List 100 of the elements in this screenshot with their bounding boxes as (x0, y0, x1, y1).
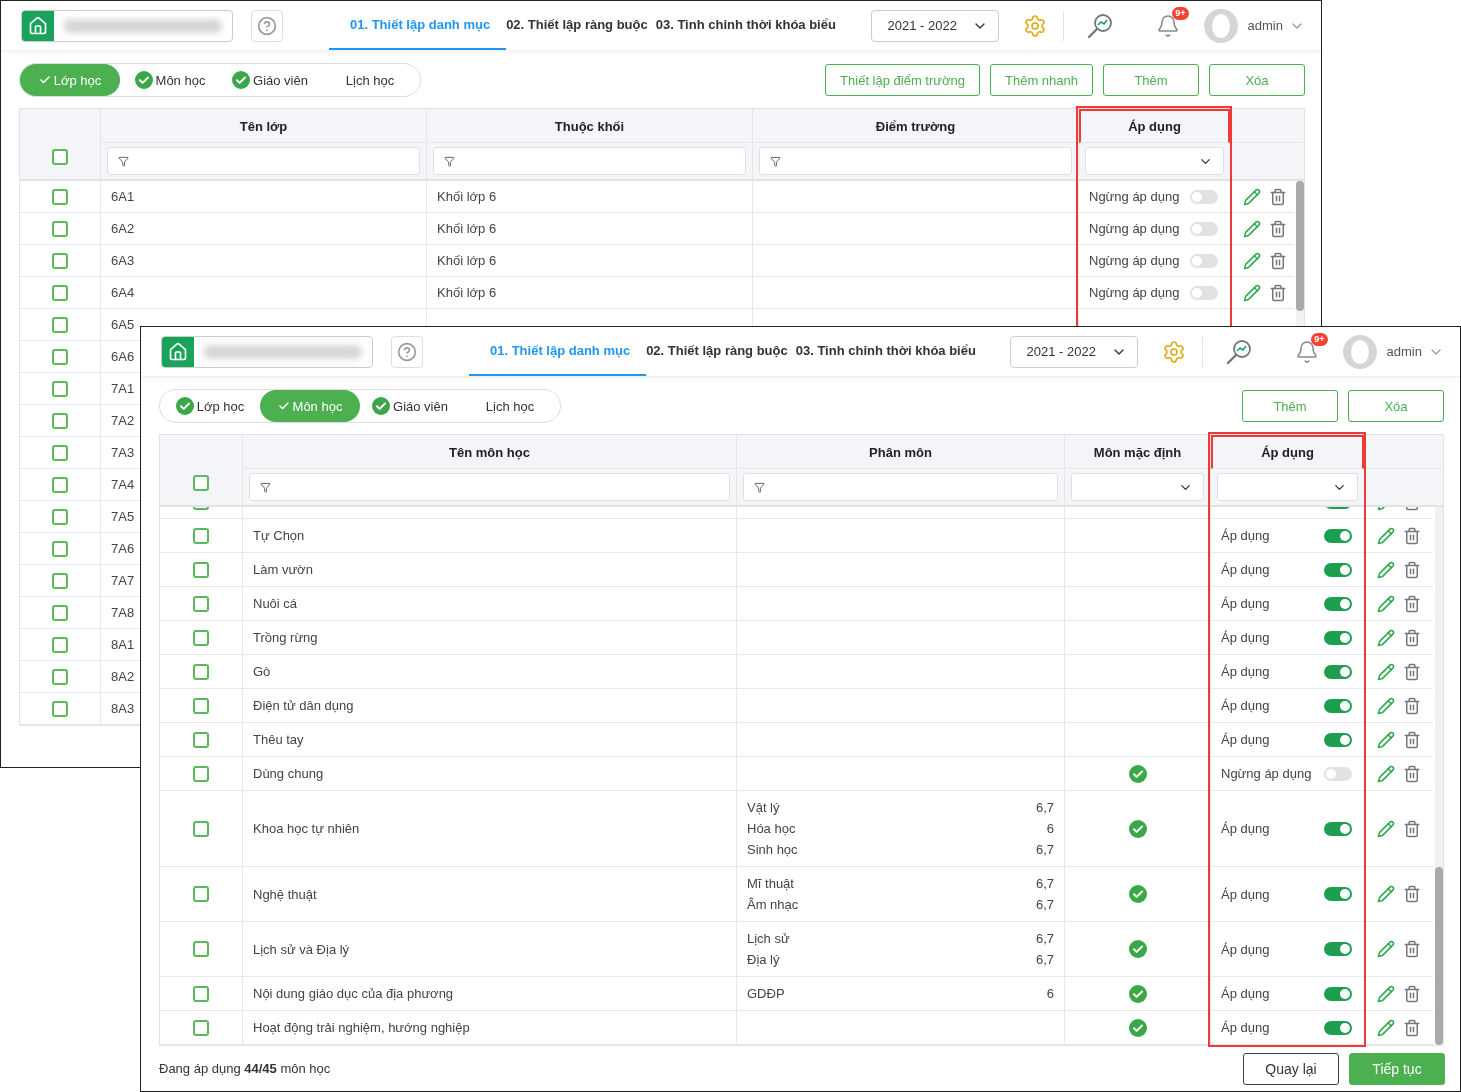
row-checkbox[interactable] (52, 668, 68, 685)
row-checkbox[interactable] (193, 1019, 209, 1036)
row-checkbox[interactable] (193, 697, 209, 714)
filter-field[interactable] (249, 473, 730, 501)
section-tab[interactable]: Giáo viên (220, 64, 320, 96)
toggle-switch[interactable] (1190, 189, 1218, 204)
edit-icon[interactable] (1243, 251, 1261, 270)
toggle-switch[interactable] (1324, 528, 1352, 543)
edit-icon[interactable] (1377, 885, 1395, 903)
edit-icon[interactable] (1243, 187, 1261, 206)
edit-icon[interactable] (1377, 526, 1395, 545)
avatar-icon[interactable] (1342, 334, 1377, 369)
row-checkbox[interactable] (193, 731, 209, 748)
school-field[interactable] (21, 9, 233, 42)
delete-icon[interactable] (1403, 662, 1421, 681)
row-checkbox[interactable] (193, 820, 209, 837)
help-button[interactable] (391, 335, 423, 368)
filter-field[interactable] (759, 147, 1072, 175)
edit-icon[interactable] (1377, 560, 1395, 579)
row-checkbox[interactable] (52, 508, 68, 525)
filter-field[interactable] (433, 147, 746, 175)
user-name[interactable]: admin (1386, 344, 1422, 359)
row-checkbox[interactable] (52, 700, 68, 717)
row-checkbox[interactable] (193, 561, 209, 578)
toggle-switch[interactable] (1324, 887, 1352, 901)
toggle-switch[interactable] (1324, 821, 1352, 836)
row-checkbox[interactable] (193, 765, 209, 782)
delete-icon[interactable] (1403, 628, 1421, 647)
edit-icon[interactable] (1243, 219, 1261, 238)
row-checkbox[interactable] (193, 941, 209, 957)
row-checkbox[interactable] (52, 348, 68, 365)
row-checkbox[interactable] (52, 252, 68, 269)
step-tab[interactable]: 03. Tinh chỉnh thời khóa biểu (795, 327, 984, 376)
delete-icon[interactable] (1403, 730, 1421, 749)
delete-icon[interactable] (1403, 819, 1421, 838)
avatar-icon[interactable] (1203, 8, 1238, 43)
row-checkbox[interactable] (52, 412, 68, 429)
row-checkbox[interactable] (52, 188, 68, 205)
row-checkbox[interactable] (193, 985, 209, 1002)
row-checkbox[interactable] (52, 636, 68, 653)
toggle-switch[interactable] (1190, 253, 1218, 268)
edit-icon[interactable] (1377, 819, 1395, 838)
settings-button[interactable] (1022, 13, 1047, 38)
step-tab[interactable]: 02. Thiết lập ràng buộc (506, 1, 656, 50)
row-checkbox[interactable] (52, 540, 68, 557)
step-tab[interactable]: 02. Thiết lập ràng buộc (646, 327, 796, 376)
filter-field[interactable] (107, 147, 420, 175)
row-checkbox[interactable] (52, 284, 68, 301)
toggle-switch[interactable] (1324, 766, 1352, 781)
help-button[interactable] (251, 9, 283, 42)
row-checkbox[interactable] (193, 629, 209, 646)
row-checkbox[interactable] (52, 316, 68, 333)
row-checkbox[interactable] (193, 886, 209, 902)
edit-icon[interactable] (1243, 283, 1261, 302)
user-name[interactable]: admin (1247, 18, 1283, 33)
row-checkbox[interactable] (52, 220, 68, 237)
toggle-switch[interactable] (1190, 285, 1218, 300)
year-select[interactable]: 2021 - 2022 (870, 9, 999, 42)
delete-icon[interactable] (1403, 696, 1421, 715)
edit-icon[interactable] (1377, 764, 1395, 783)
settings-button[interactable] (1161, 339, 1186, 364)
step-tab[interactable]: 03. Tinh chỉnh thời khóa biểu (655, 1, 844, 50)
delete-icon[interactable] (1403, 594, 1421, 613)
row-checkbox[interactable] (193, 527, 209, 544)
edit-icon[interactable] (1377, 940, 1395, 958)
row-checkbox[interactable] (52, 604, 68, 621)
edit-icon[interactable] (1377, 662, 1395, 681)
delete-icon[interactable] (1403, 526, 1421, 545)
scrollbar-thumb[interactable] (1435, 867, 1443, 1045)
edit-icon[interactable] (1377, 730, 1395, 749)
edit-icon[interactable] (1377, 984, 1395, 1003)
delete-icon[interactable] (1403, 1018, 1421, 1037)
delete-icon[interactable] (1269, 251, 1287, 270)
section-tab[interactable]: Lớp học (160, 390, 260, 422)
section-tab[interactable]: Lịch học (320, 64, 420, 96)
filter-field[interactable] (743, 473, 1058, 501)
select-all-checkbox[interactable] (52, 149, 68, 165)
section-tab[interactable]: Giáo viên (360, 390, 460, 422)
toggle-switch[interactable] (1324, 732, 1352, 747)
row-checkbox[interactable] (52, 476, 68, 493)
toggle-switch[interactable] (1190, 221, 1218, 236)
year-select[interactable]: 2021 - 2022 (1009, 335, 1138, 368)
section-tab[interactable]: Lịch học (460, 390, 560, 422)
chart-search-icon[interactable] (1085, 11, 1114, 40)
row-checkbox[interactable] (193, 595, 209, 612)
delete-icon[interactable] (1403, 940, 1421, 958)
edit-icon[interactable] (1377, 696, 1395, 715)
delete-icon[interactable] (1403, 560, 1421, 579)
back-button[interactable]: Quay lại (1243, 1052, 1339, 1085)
delete-icon[interactable] (1403, 764, 1421, 783)
edit-icon[interactable] (1377, 594, 1395, 613)
chart-search-icon[interactable] (1224, 337, 1253, 366)
row-checkbox[interactable] (52, 380, 68, 397)
delete-icon[interactable] (1269, 187, 1287, 206)
row-checkbox[interactable] (52, 572, 68, 589)
edit-icon[interactable] (1377, 1018, 1395, 1037)
scrollbar-thumb[interactable] (1296, 181, 1304, 311)
toggle-switch[interactable] (1324, 630, 1352, 645)
toggle-switch[interactable] (1324, 596, 1352, 611)
toggle-switch[interactable] (1324, 562, 1352, 577)
